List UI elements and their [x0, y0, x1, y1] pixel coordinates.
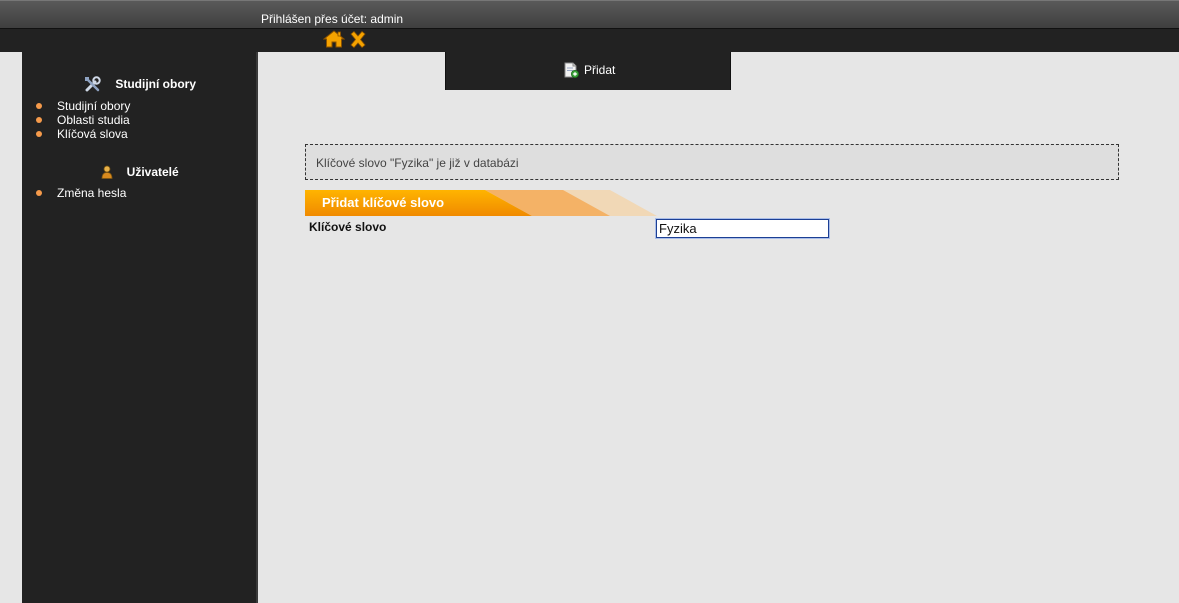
sidebar-item-studijni-obory[interactable]: Studijní obory	[36, 99, 130, 113]
message-text: Klíčové slovo "Fyzika" je již v databázi	[316, 156, 519, 170]
home-icon[interactable]	[323, 30, 345, 48]
tab-pridat[interactable]: Přidat	[445, 52, 731, 90]
sidebar-list-uzivatele: Změna hesla	[36, 186, 126, 200]
sidebar-section-title: Studijní obory	[115, 77, 196, 91]
tab-label: Přidat	[583, 63, 616, 77]
sidebar-item-zmena-hesla[interactable]: Změna hesla	[36, 186, 126, 200]
sidebar-item-klicova-slova[interactable]: Klíčová slova	[36, 127, 130, 141]
top-bar: Přihlášen přes účet: admin	[0, 0, 1179, 28]
add-document-icon	[564, 62, 579, 78]
sidebar-section-header-studijni-obory: Studijní obory	[22, 76, 258, 92]
form-section-title: Přidat klíčové slovo	[322, 195, 445, 210]
keyword-label: Klíčové slovo	[309, 220, 387, 234]
form-section-header: Přidat klíčové slovo	[305, 190, 657, 216]
sidebar: Studijní obory Studijní obory Oblasti st…	[22, 52, 258, 603]
close-icon[interactable]	[349, 31, 367, 48]
tools-icon	[84, 76, 101, 92]
sidebar-item-oblasti-studia[interactable]: Oblasti studia	[36, 113, 130, 127]
sidebar-list-studijni-obory: Studijní obory Oblasti studia Klíčová sl…	[36, 99, 130, 141]
message-box: Klíčové slovo "Fyzika" je již v databázi	[305, 144, 1119, 180]
login-status: Přihlášen přes účet: admin	[261, 12, 404, 26]
sidebar-section-title: Uživatelé	[126, 164, 179, 179]
sidebar-section-header-uzivatele: Uživatelé	[22, 164, 258, 179]
tab-pridat-content: Přidat	[446, 62, 732, 78]
keyword-input[interactable]	[655, 218, 830, 239]
icon-bar	[0, 28, 1179, 52]
user-icon	[101, 165, 113, 179]
